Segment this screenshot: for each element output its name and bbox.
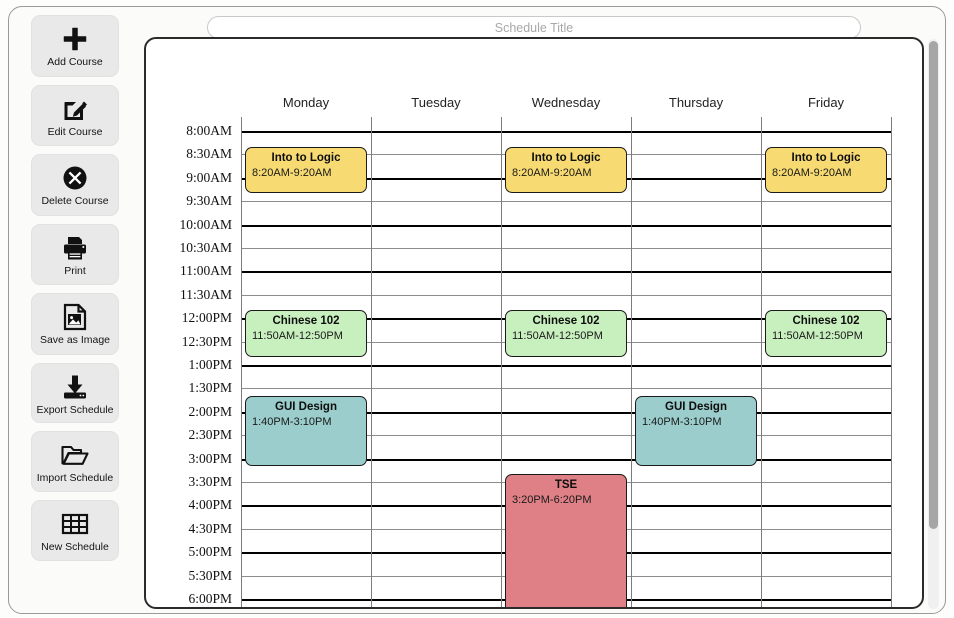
grid-hline (241, 224, 891, 227)
sidebar-item-save-as-image[interactable]: Save as Image (31, 293, 119, 355)
grid-hline (241, 248, 891, 249)
grid-vline (241, 117, 242, 607)
course-name: Into to Logic (271, 151, 341, 164)
sidebar-item-import-schedule[interactable]: Import Schedule (31, 431, 119, 492)
time-label: 10:00AM (179, 216, 232, 232)
sidebar-item-label: Delete Course (41, 195, 109, 207)
sidebar-toolbar: Add Course Edit Course Delete Course Pri… (31, 15, 119, 561)
grid-hline (241, 294, 891, 296)
course-block[interactable]: Into to Logic 8:20AM-9:20AM (245, 146, 367, 194)
course-block[interactable]: Into to Logic 8:20AM-9:20AM (505, 146, 627, 194)
grid-hline (241, 365, 891, 367)
course-name: Into to Logic (791, 151, 861, 164)
grid-hline (241, 388, 891, 390)
course-time: 11:50AM-12:50PM (512, 330, 603, 343)
course-block[interactable]: Chinese 102 11:50AM-12:50PM (245, 310, 367, 358)
course-name: Chinese 102 (532, 315, 600, 328)
application-window: Add Course Edit Course Delete Course Pri… (8, 6, 946, 614)
time-label: 12:30PM (181, 333, 232, 349)
grid-hline (241, 131, 891, 133)
time-label: 5:30PM (188, 567, 232, 583)
grid-vline (501, 117, 502, 607)
sidebar-item-export-schedule[interactable]: Export Schedule (31, 362, 119, 423)
grid-vline (631, 117, 632, 607)
time-label: 4:30PM (188, 520, 232, 536)
schedule-calendar-panel: Monday Tuesday Wednesday Thursday Friday 8:0… (144, 37, 924, 609)
vertical-scrollbar-track[interactable] (928, 39, 939, 609)
grid-hline (241, 201, 891, 203)
day-header-friday: Friday (807, 95, 845, 110)
sidebar-item-label: Add Course (47, 56, 103, 68)
time-label: 1:30PM (188, 380, 232, 396)
grid-vline (891, 117, 892, 607)
course-block[interactable]: Chinese 102 11:50AM-12:50PM (505, 310, 627, 358)
time-label: 9:00AM (186, 169, 232, 185)
time-label: 1:00PM (188, 357, 232, 372)
time-label: 4:00PM (188, 497, 232, 513)
course-time: 1:40PM-3:10PM (642, 416, 722, 429)
grid-vline (761, 117, 762, 607)
time-label: 12:00PM (181, 310, 232, 326)
course-name: Into to Logic (531, 151, 601, 164)
sidebar-item-edit-course[interactable]: Edit Course (31, 84, 119, 146)
course-block[interactable]: Into to Logic 8:20AM-9:20AM (765, 146, 887, 194)
image-file-icon (63, 302, 87, 332)
vertical-scrollbar-thumb[interactable] (929, 41, 938, 529)
export-download-icon (61, 372, 89, 402)
course-name: TSE (554, 479, 578, 492)
time-label: 11:30AM (179, 286, 232, 302)
schedule-title-placeholder: Schedule Title (494, 20, 574, 35)
time-label: 6:00PM (188, 591, 232, 606)
sidebar-item-label: Import Schedule (36, 472, 114, 484)
time-label: 8:00AM (186, 123, 232, 138)
time-label: 9:30AM (186, 193, 232, 209)
sidebar-item-add-course[interactable]: Add Course (31, 15, 119, 77)
grid-hline (241, 271, 891, 274)
sidebar-item-label: Print (64, 264, 86, 277)
time-label: 10:30AM (179, 240, 232, 255)
course-name: Chinese 102 (792, 315, 860, 328)
course-name: GUI Design (275, 401, 337, 414)
time-label: 5:00PM (188, 544, 232, 560)
course-block[interactable]: Chinese 102 11:50AM-12:50PM (765, 310, 887, 358)
time-label: 3:00PM (188, 450, 232, 466)
course-time: 8:20AM-9:20AM (772, 166, 852, 179)
delete-circle-icon (62, 163, 88, 193)
course-time: 1:40PM-3:10PM (252, 416, 332, 429)
sidebar-item-label: New Schedule (41, 540, 109, 553)
time-label: 8:30AM (186, 146, 232, 162)
calendar-grid: Monday Tuesday Wednesday Thursday Friday 8:0… (146, 39, 922, 607)
course-time: 8:20AM-9:20AM (252, 166, 332, 179)
day-header-thursday: Thursday (668, 95, 724, 110)
time-label: 2:00PM (188, 403, 232, 419)
day-header-monday: Monday (282, 95, 330, 110)
course-time: 3:20PM-6:20PM (512, 494, 592, 507)
course-block[interactable]: TSE 3:20PM-6:20PM (505, 474, 627, 607)
day-header-wednesday: Wednesday (531, 95, 601, 110)
sidebar-item-label: Save as Image (39, 334, 111, 346)
day-header-tuesday: Tuesday (411, 95, 461, 110)
plus-icon (62, 24, 88, 54)
time-label: 3:30PM (188, 474, 232, 489)
sidebar-item-label: Edit Course (47, 125, 103, 138)
sidebar-item-print[interactable]: Print (31, 223, 119, 285)
grid-vline (371, 117, 372, 607)
sidebar-item-delete-course[interactable]: Delete Course (31, 154, 119, 216)
course-name: GUI Design (665, 401, 727, 414)
pencil-edit-icon (61, 94, 89, 124)
grid-table-icon (61, 509, 89, 539)
time-label: 2:30PM (188, 427, 232, 443)
course-name: Chinese 102 (272, 315, 340, 328)
printer-icon (61, 233, 89, 263)
sidebar-item-new-schedule[interactable]: New Schedule (31, 499, 119, 561)
sidebar-item-label: Export Schedule (36, 403, 114, 416)
time-label: 11:00AM (179, 263, 232, 279)
course-block[interactable]: GUI Design 1:40PM-3:10PM (635, 396, 757, 467)
schedule-title-input[interactable]: Schedule Title (207, 16, 861, 39)
course-time: 8:20AM-9:20AM (512, 166, 592, 179)
folder-open-icon (60, 440, 90, 470)
course-time: 11:50AM-12:50PM (252, 330, 343, 343)
course-time: 11:50AM-12:50PM (772, 330, 863, 343)
course-block[interactable]: GUI Design 1:40PM-3:10PM (245, 396, 367, 467)
